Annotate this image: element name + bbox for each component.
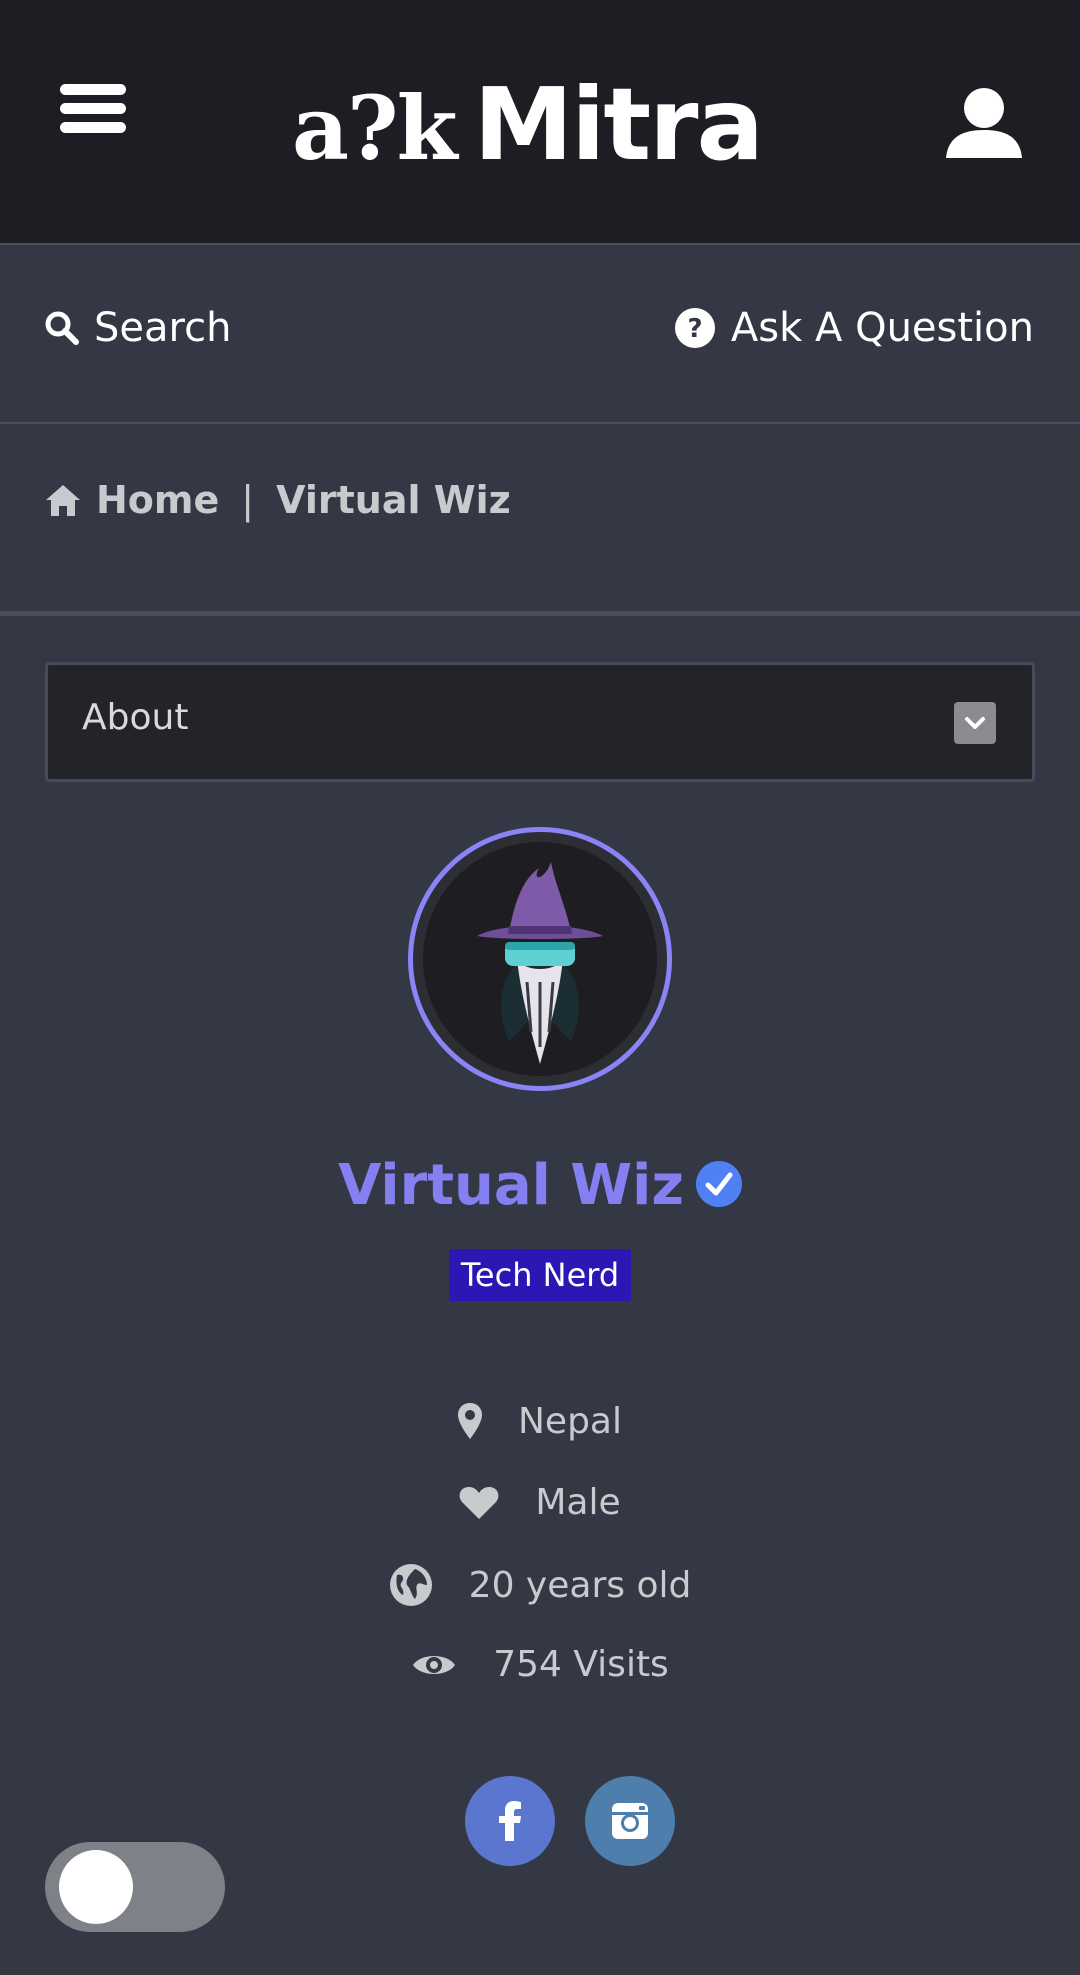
hamburger-icon xyxy=(60,84,126,95)
instagram-icon xyxy=(612,1803,648,1839)
about-dropdown-value: About xyxy=(82,697,189,738)
visits-text: 754 Visits xyxy=(493,1644,669,1685)
breadcrumb-home-link[interactable]: Home xyxy=(96,478,219,522)
heart-icon xyxy=(459,1486,499,1520)
gender-text: Male xyxy=(535,1482,621,1523)
site-logo[interactable]: a?k Mitra xyxy=(292,70,764,181)
toggle-knob xyxy=(59,1850,133,1924)
user-button[interactable] xyxy=(944,82,1024,160)
globe-icon xyxy=(389,1563,433,1607)
instagram-button[interactable] xyxy=(585,1776,675,1866)
menu-button[interactable] xyxy=(60,84,126,134)
wizard-avatar-image xyxy=(477,862,603,1064)
svg-text:?: ? xyxy=(687,314,702,344)
top-header: a?k Mitra xyxy=(0,0,1080,245)
logo-prefix: a?k xyxy=(292,76,458,180)
search-icon xyxy=(45,311,79,345)
home-icon xyxy=(46,485,80,516)
eye-icon xyxy=(411,1650,457,1680)
question-circle-icon: ? xyxy=(674,308,715,348)
map-pin-icon xyxy=(458,1402,482,1441)
user-badge: Tech Nerd xyxy=(449,1249,631,1301)
verified-check-icon xyxy=(695,1156,742,1221)
breadcrumb-separator: | xyxy=(241,478,255,522)
theme-toggle[interactable] xyxy=(45,1842,225,1932)
facebook-icon xyxy=(499,1801,521,1841)
about-dropdown[interactable]: About xyxy=(45,662,1035,782)
gender-row: Male xyxy=(0,1482,1080,1523)
breadcrumb-current: Virtual Wiz xyxy=(276,478,511,522)
search-label: Search xyxy=(94,305,232,351)
profile-name: Virtual Wiz xyxy=(0,1153,1080,1221)
location-row: Nepal xyxy=(0,1401,1080,1442)
facebook-button[interactable] xyxy=(465,1776,555,1866)
ask-question-label: Ask A Question xyxy=(730,305,1034,351)
profile-name-text: Virtual Wiz xyxy=(338,1153,684,1218)
breadcrumb-bar: Home | Virtual Wiz xyxy=(0,426,1080,616)
search-link[interactable]: Search xyxy=(44,305,231,351)
logo-word: Mitra xyxy=(473,66,764,183)
ask-question-link[interactable]: ? Ask A Question xyxy=(674,305,1034,351)
breadcrumb: Home | Virtual Wiz xyxy=(44,478,511,522)
location-text: Nepal xyxy=(518,1401,622,1442)
action-bar: Search ? Ask A Question xyxy=(0,247,1080,424)
profile-avatar xyxy=(408,827,672,1091)
visits-row: 754 Visits xyxy=(0,1644,1080,1685)
user-icon xyxy=(946,88,1022,158)
age-text: 20 years old xyxy=(468,1564,692,1606)
chevron-down-icon xyxy=(954,702,996,744)
age-row: 20 years old xyxy=(0,1563,1080,1607)
